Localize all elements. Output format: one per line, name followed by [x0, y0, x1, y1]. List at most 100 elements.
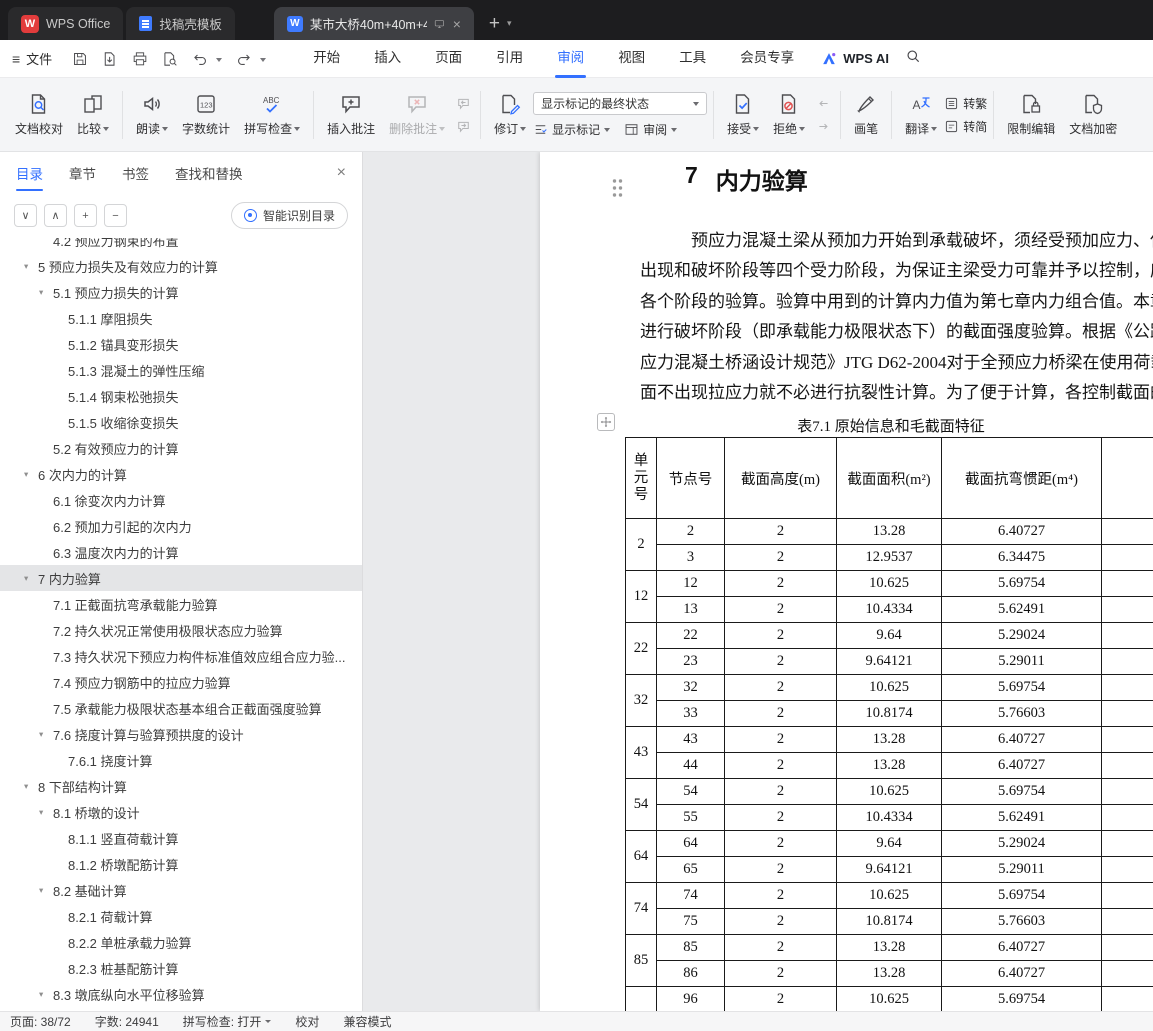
toc-expand-triangle-icon[interactable]: ▾ — [39, 885, 53, 896]
table-cell[interactable]: 86 — [656, 960, 725, 987]
table-cell[interactable]: 10.625 — [836, 778, 942, 805]
table-cell[interactable]: 5.76603 — [941, 700, 1102, 727]
toc-item[interactable]: 7.6.1 挠度计算 — [0, 747, 362, 773]
toc-item[interactable]: ▾ 7.6 挠度计算与验算预拱度的设计 — [0, 721, 362, 747]
table-cell[interactable]: 10.625 — [836, 986, 942, 1011]
menu-review[interactable]: 审阅 — [540, 40, 601, 78]
table-cell[interactable] — [1101, 804, 1153, 831]
search-button[interactable] — [905, 48, 921, 69]
status-word-count[interactable]: 字数: 24941 — [95, 1013, 159, 1030]
review-pane-button[interactable]: 审阅 — [624, 121, 678, 138]
toc-item[interactable]: 6.3 温度次内力的计算 — [0, 539, 362, 565]
table-cell[interactable]: 96 — [656, 986, 725, 1011]
toc-item[interactable]: ▾ 8.1 桥墩的设计 — [0, 799, 362, 825]
document-page[interactable]: 7 内力验算 预应力混凝土梁从预加力开始到承载破坏，须经受预加应力、使用荷 出现和… — [540, 152, 1153, 1011]
toc-expand-triangle-icon[interactable]: ▾ — [39, 989, 53, 1000]
demote-heading-button[interactable]: − — [104, 204, 127, 227]
toc-item[interactable]: 5.1.3 混凝土的弹性压缩 — [0, 357, 362, 383]
table-cell[interactable]: 5.29024 — [941, 622, 1102, 649]
paragraph-line[interactable]: 预应力混凝土梁从预加力开始到承载破坏，须经受预加应力、使用荷 — [640, 226, 1153, 256]
menu-insert[interactable]: 插入 — [357, 40, 418, 78]
body-paragraph[interactable]: 预应力混凝土梁从预加力开始到承载破坏，须经受预加应力、使用荷 出现和破坏阶段等四个… — [640, 226, 1153, 408]
table-cell[interactable]: 13 — [656, 596, 725, 623]
file-menu-button[interactable]: ≡ 文件 — [12, 49, 52, 68]
table-cell[interactable]: 10.625 — [836, 570, 942, 597]
toc-item[interactable]: 5.1.2 锚具变形损失 — [0, 331, 362, 357]
unit-number-cell[interactable]: 2 — [625, 518, 657, 571]
table-cell[interactable]: 5.62491 — [941, 804, 1102, 831]
toc-item[interactable]: ▾ 8 下部结构计算 — [0, 773, 362, 799]
unit-number-cell[interactable]: 74 — [625, 882, 657, 935]
sidebar-tab-find-replace[interactable]: 查找和替换 — [175, 163, 243, 183]
status-spell-check[interactable]: 拼写检查: 打开 — [183, 1013, 272, 1030]
unit-number-cell[interactable]: 85 — [625, 934, 657, 987]
sidebar-tab-chapters[interactable]: 章节 — [69, 163, 96, 183]
tab-wps-home[interactable]: W WPS Office — [8, 7, 124, 40]
table-cell[interactable]: 2 — [724, 830, 837, 857]
promote-heading-button[interactable]: + — [74, 204, 97, 227]
close-sidebar-icon[interactable]: × — [337, 164, 346, 182]
toc-item[interactable]: 5.1.1 摩阻损失 — [0, 305, 362, 331]
table-cell[interactable]: 9.64 — [836, 622, 942, 649]
table-cell[interactable]: 33 — [656, 700, 725, 727]
table-cell[interactable]: 6.40727 — [941, 726, 1102, 753]
unit-number-cell[interactable]: 64 — [625, 830, 657, 883]
table-cell[interactable]: 2 — [724, 648, 837, 675]
table-cell[interactable]: 2 — [724, 752, 837, 779]
unit-number-cell[interactable]: 22 — [625, 622, 657, 675]
table-cell[interactable]: 2 — [724, 570, 837, 597]
table-cell[interactable]: 2 — [724, 674, 837, 701]
paragraph-line[interactable]: 应力混凝土桥涵设计规范》JTG D62-2004对于全预应力桥梁在使用荷载 — [640, 348, 1153, 378]
table-cell[interactable]: 32 — [656, 674, 725, 701]
table-cell[interactable]: 2 — [724, 986, 837, 1011]
redo-button[interactable] — [232, 47, 256, 71]
redo-caret-icon[interactable] — [260, 57, 267, 65]
to-traditional-button[interactable]: 转繁 — [944, 95, 987, 112]
ink-pen-button[interactable]: 画笔 — [847, 88, 885, 142]
toc-item[interactable]: 5.1.5 收缩徐变损失 — [0, 409, 362, 435]
print-preview-button[interactable] — [158, 47, 182, 71]
save-button[interactable] — [68, 47, 92, 71]
table-cell[interactable] — [1101, 960, 1153, 987]
table-cell[interactable]: 9.64 — [836, 830, 942, 857]
toc-item[interactable]: ▾ 7 内力验算 — [0, 565, 362, 591]
table-cell[interactable] — [1101, 908, 1153, 935]
toc-item[interactable]: 6.2 预加力引起的次内力 — [0, 513, 362, 539]
toc-expand-triangle-icon[interactable]: ▾ — [39, 287, 53, 298]
table-cell[interactable]: 12 — [656, 570, 725, 597]
toc-item[interactable]: 4.2 预应力钢束的布置 — [0, 238, 362, 253]
toc-item[interactable]: 7.1 正截面抗弯承载能力验算 — [0, 591, 362, 617]
table-cell[interactable]: 10.8174 — [836, 908, 942, 935]
table-cell[interactable] — [1101, 986, 1153, 1011]
unit-number-cell[interactable]: 43 — [625, 726, 657, 779]
table-cell[interactable] — [1101, 648, 1153, 675]
table-cell[interactable] — [1101, 752, 1153, 779]
table-cell[interactable]: 54 — [656, 778, 725, 805]
toc-expand-triangle-icon[interactable]: ▾ — [24, 469, 38, 480]
toc-item[interactable]: 7.2 持久状况正常使用极限状态应力验算 — [0, 617, 362, 643]
table-cell[interactable]: 2 — [724, 596, 837, 623]
table-cell[interactable]: 9.64121 — [836, 856, 942, 883]
table-cell[interactable]: 13.28 — [836, 934, 942, 961]
unit-number-cell[interactable]: 32 — [625, 674, 657, 727]
table-cell[interactable]: 2 — [724, 882, 837, 909]
table-cell[interactable] — [1101, 518, 1153, 545]
table-cell[interactable]: 2 — [724, 544, 837, 571]
expand-all-button[interactable]: ∧ — [44, 204, 67, 227]
table-cell[interactable] — [1101, 570, 1153, 597]
spell-check-button[interactable]: 拼写检查 — [237, 88, 307, 142]
table-cell[interactable]: 2 — [724, 934, 837, 961]
compare-button[interactable]: 比较 — [70, 88, 116, 142]
table-cell[interactable] — [1101, 622, 1153, 649]
toc-item[interactable]: 8.1.2 桥墩配筋计算 — [0, 851, 362, 877]
menu-home[interactable]: 开始 — [296, 40, 357, 78]
sidebar-tab-bookmarks[interactable]: 书签 — [122, 163, 149, 183]
toc-item[interactable]: 8.2.3 桩基配筋计算 — [0, 955, 362, 981]
toc-item[interactable]: ▾ 5.1 预应力损失的计算 — [0, 279, 362, 305]
table-cell[interactable] — [1101, 778, 1153, 805]
sidebar-tab-toc[interactable]: 目录 — [16, 163, 43, 191]
table-cell[interactable]: 2 — [724, 960, 837, 987]
table-cell[interactable]: 2 — [656, 518, 725, 545]
table-cell[interactable]: 5.29024 — [941, 830, 1102, 857]
table-cell[interactable]: 5.62491 — [941, 596, 1102, 623]
